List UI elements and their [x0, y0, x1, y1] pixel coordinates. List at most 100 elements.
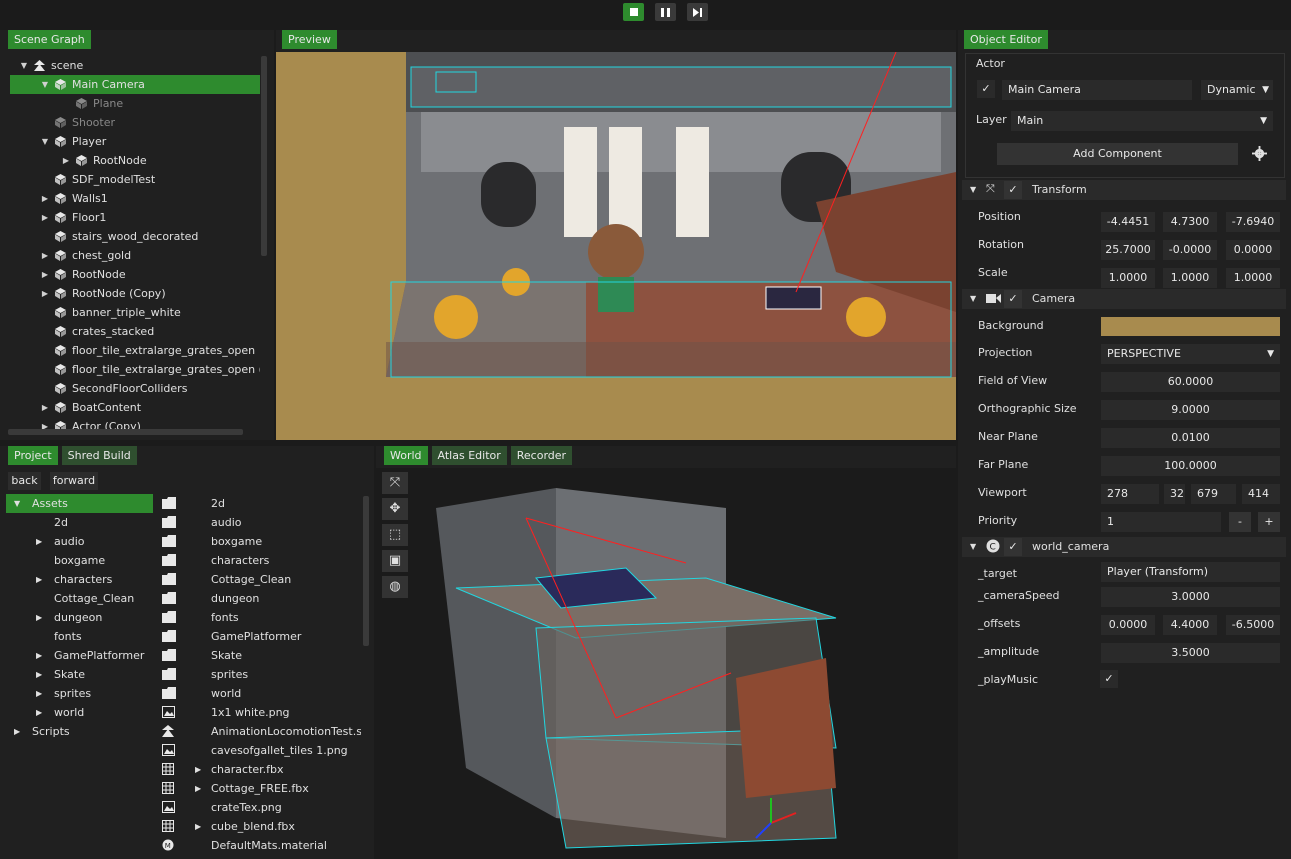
folder-tree-item[interactable]: 2d — [6, 513, 153, 532]
scene-tree-item[interactable]: ▶ Floor1 — [10, 208, 260, 227]
folder-tree-item[interactable]: ▼ Assets — [6, 494, 153, 513]
forward-button[interactable]: forward — [50, 472, 98, 490]
folder-tree-item[interactable]: fonts — [6, 627, 153, 646]
file-list-item[interactable]: 1x1 white.png — [160, 703, 360, 722]
transform-value-input[interactable]: 1.0000 — [1101, 268, 1155, 288]
collapse-arrow-icon[interactable]: ▼ — [20, 56, 28, 75]
expand-arrow-icon[interactable]: ▶ — [195, 817, 201, 836]
transform-value-input[interactable]: 1.0000 — [1226, 268, 1280, 288]
move-tool-icon[interactable]: ⤧ — [382, 472, 408, 494]
file-list-item[interactable]: audio — [160, 513, 360, 532]
expand-arrow-icon[interactable]: ▶ — [41, 398, 49, 417]
tab-preview[interactable]: Preview — [282, 30, 337, 49]
file-list-item[interactable]: M DefaultMats.material — [160, 836, 360, 855]
folder-tree-item[interactable]: ▶ Skate — [6, 665, 153, 684]
expand-arrow-icon[interactable]: ▶ — [36, 665, 42, 684]
step-button[interactable] — [687, 3, 708, 21]
expand-arrow-icon[interactable]: ▶ — [36, 646, 42, 665]
camera-section-header[interactable]: ▼ ✓ Camera — [962, 289, 1286, 309]
scene-tree-item[interactable]: Plane — [10, 94, 260, 113]
transform-value-input[interactable]: -4.4451 — [1101, 212, 1155, 232]
camera-enabled-checkbox[interactable]: ✓ — [1004, 290, 1022, 308]
file-list-item[interactable]: world — [160, 684, 360, 703]
world-camera-enabled-checkbox[interactable]: ✓ — [1004, 538, 1022, 556]
expand-arrow-icon[interactable]: ▶ — [41, 208, 49, 227]
file-list-item[interactable]: characters — [160, 551, 360, 570]
back-button[interactable]: back — [8, 472, 41, 490]
expand-arrow-icon[interactable]: ▶ — [41, 265, 49, 284]
collapse-arrow-icon[interactable]: ▼ — [41, 75, 49, 94]
transform-value-input[interactable]: 1.0000 — [1163, 268, 1217, 288]
scene-hscrollbar[interactable] — [8, 429, 243, 435]
world-viewport[interactable] — [376, 468, 956, 859]
expand-arrow-icon[interactable]: ▶ — [36, 608, 42, 627]
transform-value-input[interactable]: 4.7300 — [1163, 212, 1217, 232]
scene-tree-item[interactable]: crates_stacked — [10, 322, 260, 341]
priority-input[interactable]: 1 — [1101, 512, 1221, 532]
folder-tree-item[interactable]: boxgame — [6, 551, 153, 570]
expand-arrow-icon[interactable]: ▶ — [195, 760, 201, 779]
folder-tree-item[interactable]: ▶ dungeon — [6, 608, 153, 627]
preview-viewport[interactable] — [276, 52, 956, 440]
priority-decrement-button[interactable]: - — [1229, 512, 1251, 532]
scale-tool-icon[interactable]: ⬚ — [382, 524, 408, 546]
amplitude-input[interactable]: 3.5000 — [1101, 643, 1280, 663]
tab-atlas-editor[interactable]: Atlas Editor — [431, 446, 507, 465]
expand-arrow-icon[interactable]: ▶ — [14, 722, 20, 741]
collapse-arrow-icon[interactable]: ▼ — [41, 132, 49, 151]
tab-world[interactable]: World — [384, 446, 428, 465]
transform-value-input[interactable]: 0.0000 — [1226, 240, 1280, 260]
expand-arrow-icon[interactable]: ▶ — [195, 779, 201, 798]
near-plane-input[interactable]: 0.0100 — [1101, 428, 1280, 448]
actor-name-input[interactable]: Main Camera — [1002, 80, 1192, 100]
offsets-z-input[interactable]: -6.5000 — [1226, 615, 1280, 635]
file-list-item[interactable]: Skate — [160, 646, 360, 665]
scene-tree-item[interactable]: floor_tile_extralarge_grates_open (Copy — [10, 360, 260, 379]
play-music-checkbox[interactable]: ✓ — [1100, 670, 1118, 688]
tab-shred-build[interactable]: Shred Build — [61, 446, 137, 465]
expand-arrow-icon[interactable]: ▶ — [36, 684, 42, 703]
file-list-item[interactable]: cavesofgallet_tiles 1.png — [160, 741, 360, 760]
scene-tree-item[interactable]: ▶ Walls1 — [10, 189, 260, 208]
priority-increment-button[interactable]: + — [1258, 512, 1280, 532]
target-field[interactable]: Player (Transform) — [1101, 562, 1280, 582]
expand-arrow-icon[interactable]: ▶ — [36, 703, 42, 722]
file-list-item[interactable]: fonts — [160, 608, 360, 627]
tab-scene-graph[interactable]: Scene Graph — [8, 30, 91, 49]
file-list-item[interactable]: AnimationLocomotionTest.shred — [160, 722, 361, 741]
file-list-item[interactable]: sprites — [160, 665, 360, 684]
far-plane-input[interactable]: 100.0000 — [1101, 456, 1280, 476]
scene-tree-item[interactable]: ▼ Main Camera — [10, 75, 260, 94]
folder-tree-item[interactable]: ▶ GamePlatformer — [6, 646, 153, 665]
expand-arrow-icon[interactable]: ▶ — [41, 189, 49, 208]
transform-value-input[interactable]: -7.6940 — [1226, 212, 1280, 232]
file-list-item[interactable]: ▶ Cottage_FREE.fbx — [160, 779, 360, 798]
projection-select[interactable]: PERSPECTIVE ▼ — [1101, 344, 1280, 364]
background-color-swatch[interactable] — [1101, 317, 1280, 336]
rotate-tool-icon[interactable]: ✥ — [382, 498, 408, 520]
viewport-y-input[interactable]: 32 — [1164, 484, 1185, 504]
transform-enabled-checkbox[interactable]: ✓ — [1004, 181, 1022, 199]
file-list-item[interactable]: GamePlatformer — [160, 627, 360, 646]
expand-arrow-icon[interactable]: ▶ — [62, 151, 70, 170]
folder-tree-item[interactable]: ▶ Scripts — [6, 722, 153, 741]
folder-tree-item[interactable]: Cottage_Clean — [6, 589, 153, 608]
world-camera-section-header[interactable]: ▼ C ✓ world_camera — [962, 537, 1286, 557]
scene-scrollbar[interactable] — [261, 56, 267, 256]
fov-input[interactable]: 60.0000 — [1101, 372, 1280, 392]
scene-tree-item[interactable]: ▶ RootNode — [10, 265, 260, 284]
scene-tree-item[interactable]: ▶ BoatContent — [10, 398, 260, 417]
files-scrollbar[interactable] — [363, 496, 369, 646]
file-list-item[interactable]: dungeon — [160, 589, 360, 608]
scene-tree-item[interactable]: ▶ RootNode (Copy) — [10, 284, 260, 303]
viewport-h-input[interactable]: 414 — [1242, 484, 1280, 504]
scene-tree-item[interactable]: ▶ chest_gold — [10, 246, 260, 265]
layer-select[interactable]: Main ▼ — [1011, 111, 1273, 131]
viewport-x-input[interactable]: 278 — [1101, 484, 1159, 504]
actor-enabled-checkbox[interactable]: ✓ — [977, 80, 995, 98]
collapse-arrow-icon[interactable]: ▼ — [14, 494, 20, 513]
expand-arrow-icon[interactable]: ▶ — [36, 570, 42, 589]
camera-speed-input[interactable]: 3.0000 — [1101, 587, 1280, 607]
file-list-item[interactable]: 2d — [160, 494, 360, 513]
gear-icon[interactable] — [1252, 146, 1267, 164]
